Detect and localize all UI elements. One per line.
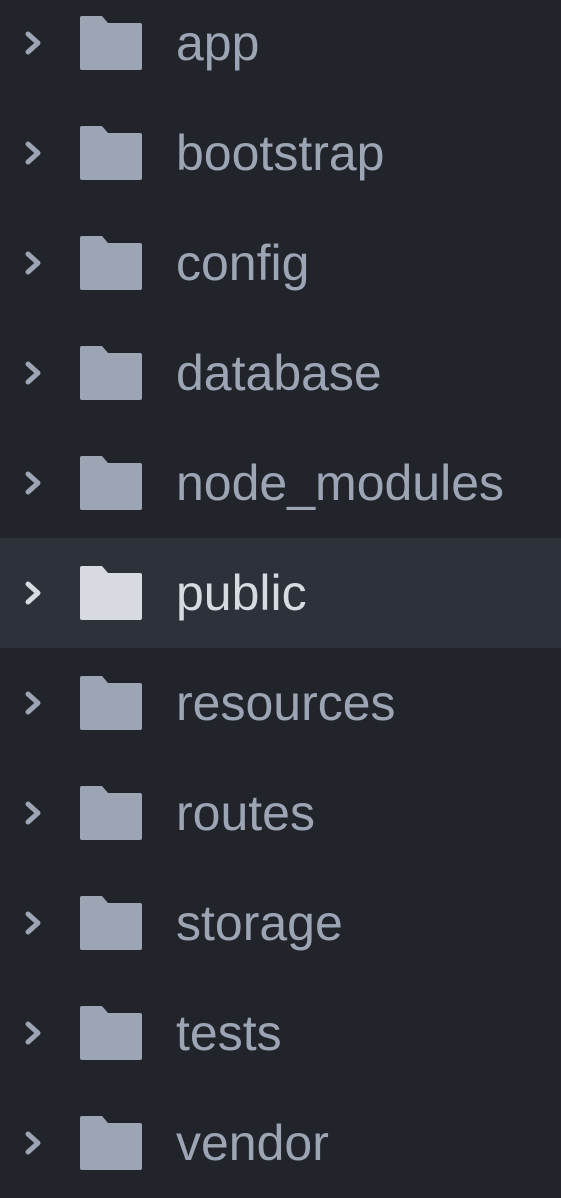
chevron-right-icon[interactable] [20,1018,46,1048]
chevron-right-icon[interactable] [20,28,46,58]
tree-item-database[interactable]: database [0,318,561,428]
tree-item-label: tests [176,1005,282,1061]
chevron-right-icon[interactable] [20,138,46,168]
tree-item-tests[interactable]: tests [0,978,561,1088]
chevron-right-icon[interactable] [20,578,46,608]
tree-item-label: vendor [176,1115,329,1171]
folder-icon [78,234,144,292]
folder-icon [78,674,144,732]
tree-item-node-modules[interactable]: node_modules [0,428,561,538]
chevron-right-icon[interactable] [20,1128,46,1158]
folder-icon [78,454,144,512]
chevron-right-icon[interactable] [20,248,46,278]
tree-item-label: storage [176,895,343,951]
folder-icon [78,894,144,952]
tree-item-resources[interactable]: resources [0,648,561,758]
folder-icon [78,1004,144,1062]
tree-item-vendor[interactable]: vendor [0,1088,561,1198]
tree-item-app[interactable]: app [0,0,561,98]
chevron-right-icon[interactable] [20,468,46,498]
tree-item-label: bootstrap [176,125,385,181]
tree-item-label: database [176,345,382,401]
file-tree: app bootstrap config database node_modul… [0,0,561,1170]
tree-item-label: routes [176,785,315,841]
tree-item-label: app [176,15,260,71]
tree-item-label: node_modules [176,455,505,511]
tree-item-config[interactable]: config [0,208,561,318]
folder-icon [78,124,144,182]
tree-item-label: resources [176,675,396,731]
tree-item-public[interactable]: public [0,538,561,648]
folder-icon [78,564,144,622]
tree-item-label: config [176,235,310,291]
chevron-right-icon[interactable] [20,908,46,938]
tree-item-label: public [176,565,307,621]
tree-item-routes[interactable]: routes [0,758,561,868]
folder-icon [78,344,144,402]
tree-item-storage[interactable]: storage [0,868,561,978]
chevron-right-icon[interactable] [20,798,46,828]
folder-icon [78,1114,144,1172]
folder-icon [78,14,144,72]
tree-item-bootstrap[interactable]: bootstrap [0,98,561,208]
chevron-right-icon[interactable] [20,358,46,388]
chevron-right-icon[interactable] [20,688,46,718]
folder-icon [78,784,144,842]
